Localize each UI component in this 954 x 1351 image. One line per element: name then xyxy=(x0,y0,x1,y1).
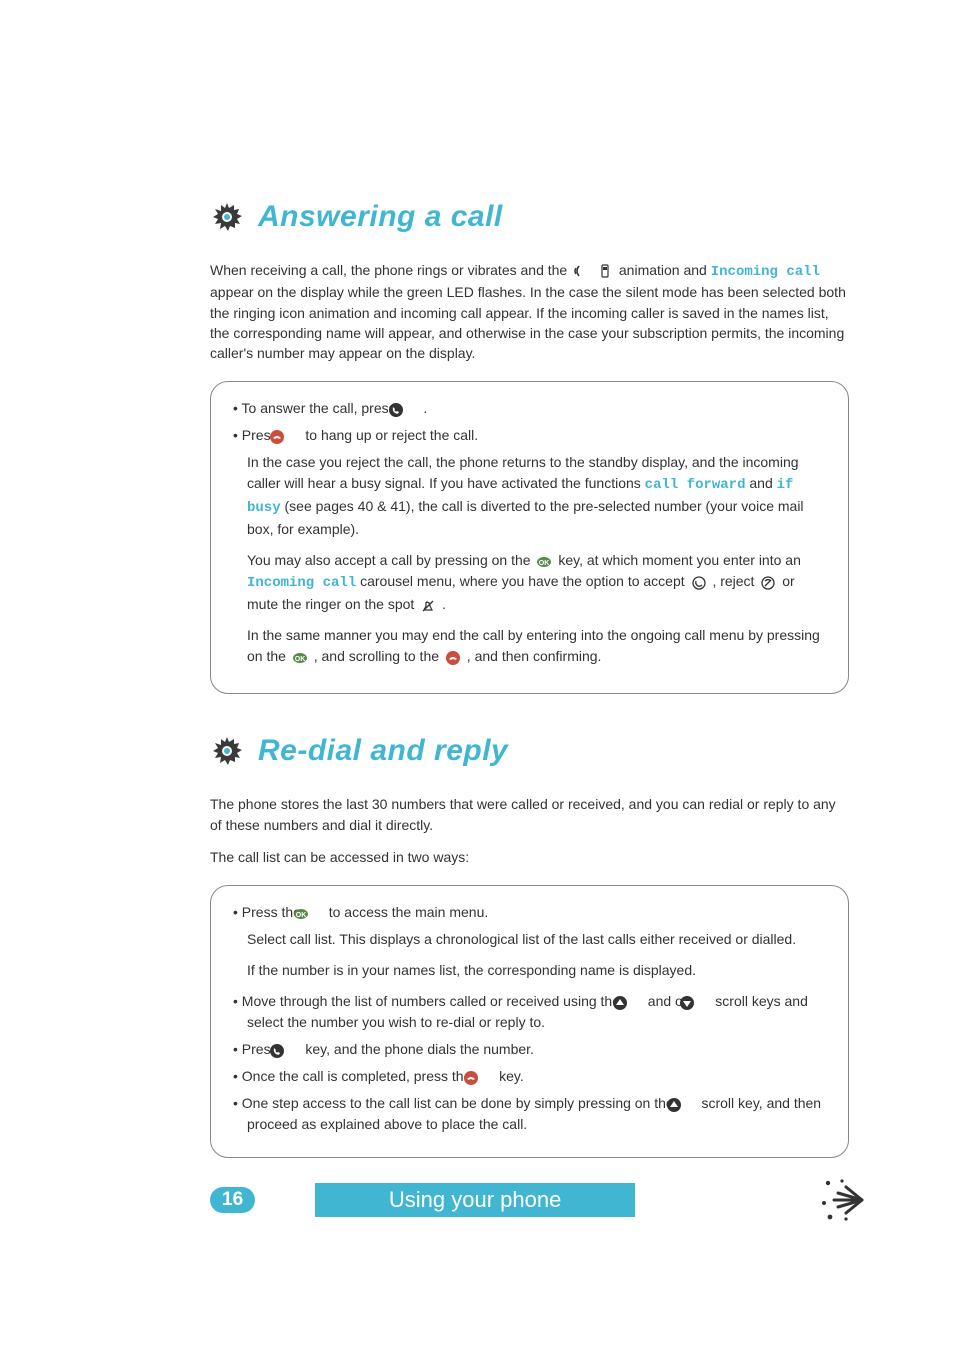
text: to hang up or reject the call. xyxy=(305,427,478,443)
section-heading: Answering a call xyxy=(210,200,849,234)
scroll-down-icon xyxy=(693,995,709,1011)
text: . xyxy=(423,400,427,416)
text: carousel menu, where you have the option… xyxy=(360,573,688,589)
paragraph: Select call list. This displays a chrono… xyxy=(233,929,826,950)
heading-redial-reply: Re-dial and reply xyxy=(258,734,508,768)
svg-text:OK: OK xyxy=(296,912,307,919)
svg-text:OK: OK xyxy=(295,656,306,663)
text: , and then confirming. xyxy=(467,648,602,664)
end-key-icon xyxy=(477,1070,493,1086)
bullet-item: Press key, and the phone dials the numbe… xyxy=(233,1039,826,1060)
bullet-item: To answer the call, press . xyxy=(233,398,826,419)
phone-icon xyxy=(597,263,613,279)
text: When receiving a call, the phone rings o… xyxy=(210,262,571,278)
scroll-up-icon xyxy=(626,995,642,1011)
footer-section-title: Using your phone xyxy=(315,1183,635,1217)
text: . xyxy=(442,596,446,612)
instruction-box-2: Press the OK to access the main menu. Se… xyxy=(210,885,849,1158)
text: key, and the phone dials the number. xyxy=(305,1041,534,1057)
ok-key-icon: OK xyxy=(292,650,308,666)
text: key, at which moment you enter into an xyxy=(558,552,801,568)
call-key-icon xyxy=(283,1043,299,1059)
text: (see pages 40 & 41), the call is diverte… xyxy=(247,498,804,537)
accept-icon xyxy=(691,575,707,591)
code-incoming-call: Incoming call xyxy=(711,264,820,280)
text: One step access to the call list can be … xyxy=(242,1095,678,1111)
text: To answer the call, press xyxy=(242,400,400,416)
heading-answering-call: Answering a call xyxy=(258,200,503,234)
text: , and scrolling to the xyxy=(314,648,443,664)
section-heading: Re-dial and reply xyxy=(210,734,849,768)
paragraph: You may also accept a call by pressing o… xyxy=(233,550,826,615)
text: Once the call is completed, press the xyxy=(242,1068,475,1084)
svg-text:OK: OK xyxy=(539,560,550,567)
mute-icon xyxy=(420,598,436,614)
text: key. xyxy=(499,1068,524,1084)
gear-icon xyxy=(210,734,244,768)
call-key-icon xyxy=(402,402,418,418)
paragraph: In the same manner you may end the call … xyxy=(233,625,826,667)
intro-paragraph-2b: The call list can be accessed in two way… xyxy=(210,847,849,867)
text: and xyxy=(749,475,776,491)
ok-key-icon: OK xyxy=(536,554,552,570)
page-footer: 16 Using your phone xyxy=(0,1183,954,1217)
star-decoration-icon xyxy=(816,1175,866,1225)
text: , reject xyxy=(712,573,758,589)
intro-paragraph-2a: The phone stores the last 30 numbers tha… xyxy=(210,794,849,835)
reject-icon xyxy=(760,575,776,591)
page-number-badge: 16 xyxy=(210,1187,255,1213)
intro-paragraph-1: When receiving a call, the phone rings o… xyxy=(210,260,849,363)
end-key-icon xyxy=(283,429,299,445)
instruction-box-1: To answer the call, press . Press to han… xyxy=(210,381,849,694)
text: You may also accept a call by pressing o… xyxy=(247,552,534,568)
text: Move through the list of numbers called … xyxy=(242,993,624,1009)
ringing-icon xyxy=(573,263,589,279)
scroll-up-icon xyxy=(680,1097,696,1113)
code-incoming-call-2: Incoming call xyxy=(247,575,356,591)
code-call-forward: call forward xyxy=(645,477,746,493)
paragraph: In the case you reject the call, the pho… xyxy=(233,452,826,540)
paragraph: If the number is in your names list, the… xyxy=(233,960,826,981)
bullet-item: One step access to the call list can be … xyxy=(233,1093,826,1135)
end-key-icon xyxy=(445,650,461,666)
bullet-item: Move through the list of numbers called … xyxy=(233,991,826,1033)
text: to access the main menu. xyxy=(329,904,489,920)
bullet-item: Once the call is completed, press the ke… xyxy=(233,1066,826,1087)
bullet-item: Press the OK to access the main menu. xyxy=(233,902,826,923)
gear-icon xyxy=(210,200,244,234)
bullet-item: Press to hang up or reject the call. xyxy=(233,425,826,446)
text: appear on the display while the green LE… xyxy=(210,284,846,361)
text: animation and xyxy=(619,262,711,278)
ok-key-icon: OK xyxy=(307,906,323,922)
